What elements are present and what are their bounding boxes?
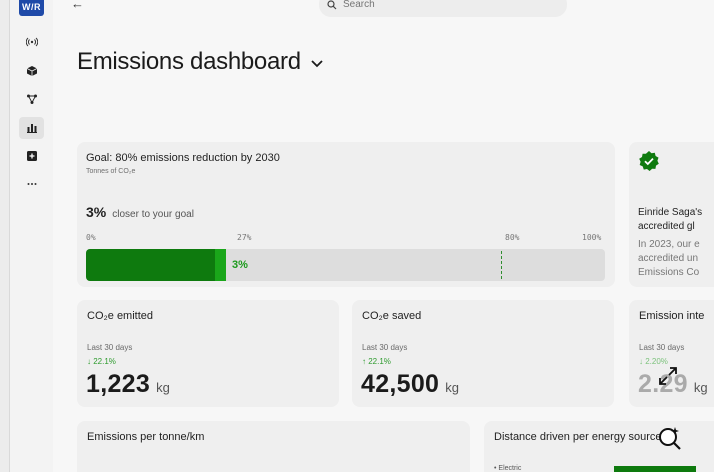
back-button[interactable]: ← [71, 0, 84, 11]
goal-progress-summary: 3% closer to your goal [86, 204, 194, 220]
metric-card-saved[interactable]: CO₂e saved Last 30 days ↑ 22.1% 42,500 k… [352, 300, 614, 407]
goal-subtitle: Tonnes of CO₂e [86, 168, 136, 175]
ai-search-icon[interactable] [656, 424, 684, 452]
metric-unit: kg [693, 380, 708, 395]
electric-bar [614, 466, 696, 472]
legend-electric: • Electric [494, 465, 522, 472]
main-content: ← Emissions dashboard Goal: 80% emission… [53, 0, 714, 472]
sidebar: W/R [10, 0, 53, 472]
metric-unit: kg [445, 380, 459, 395]
tick-27: 27% [237, 233, 252, 242]
goal-target-marker [501, 251, 502, 279]
sidebar-item-network[interactable] [19, 88, 44, 110]
certification-heading-line: accredited gl [638, 221, 695, 232]
goal-progress-value: 3% [86, 204, 107, 220]
tick-80: 80% [505, 233, 520, 242]
certification-body-line: accredited un [638, 253, 699, 264]
tick-100: 100% [582, 233, 602, 242]
verified-badge-icon [639, 151, 659, 171]
metric-title: Emission inte [639, 310, 705, 322]
sidebar-item-add[interactable] [19, 145, 44, 167]
search-bar[interactable] [319, 0, 567, 17]
goal-card: Goal: 80% emissions reduction by 2030 To… [77, 142, 615, 287]
metric-number: 1,223 [86, 370, 151, 398]
expand-icon[interactable] [656, 364, 680, 388]
metric-value: 42,500 kg [361, 370, 459, 399]
chevron-down-icon [311, 60, 323, 68]
certification-body-line: Emissions Co [638, 267, 700, 278]
emissions-per-tonne-card[interactable]: Emissions per tonne/km [77, 421, 470, 472]
certification-heading: Einride Saga's accredited gl [638, 206, 714, 234]
search-input[interactable] [343, 0, 523, 10]
page-title[interactable]: Emissions dashboard [77, 48, 325, 76]
metric-number: 42,500 [361, 370, 440, 398]
metric-period: Last 30 days [87, 343, 133, 352]
certification-heading-line: Einride Saga's [638, 207, 703, 218]
app-logo[interactable]: W/R [19, 0, 44, 16]
page-title-text: Emissions dashboard [77, 48, 301, 75]
metric-change: ↓ 22.1% [87, 357, 116, 366]
network-icon [26, 94, 37, 104]
card-title: Distance driven per energy source [494, 431, 662, 443]
bar-chart-icon [26, 124, 37, 133]
add-box-icon [26, 151, 37, 161]
search-icon [327, 0, 337, 9]
goal-progress-text: closer to your goal [112, 209, 194, 220]
certification-card[interactable]: Einride Saga's accredited gl In 2023, ou… [629, 142, 714, 287]
metric-change: ↑ 22.1% [362, 357, 391, 366]
metric-period: Last 30 days [362, 343, 408, 352]
sidebar-item-telemetry[interactable] [19, 31, 44, 53]
metric-title: CO₂e emitted [87, 310, 154, 322]
sidebar-item-emissions[interactable] [19, 117, 44, 139]
metric-card-intensity[interactable]: Emission inte Last 30 days ↓ 2.20% 2.29 … [629, 300, 714, 407]
package-icon [26, 66, 37, 76]
goal-progress-bar: 3% [86, 249, 605, 281]
more-icon [27, 183, 36, 185]
metric-card-emitted[interactable]: CO₂e emitted Last 30 days ↓ 22.1% 1,223 … [77, 300, 339, 407]
goal-title: Goal: 80% emissions reduction by 2030 [86, 152, 280, 164]
metric-period: Last 30 days [639, 343, 685, 352]
card-title: Emissions per tonne/km [87, 431, 205, 443]
goal-progress-fill [86, 249, 215, 281]
goal-progress-label: 3% [232, 259, 248, 271]
sidebar-item-more[interactable] [19, 173, 44, 195]
metric-title: CO₂e saved [362, 310, 422, 322]
sidebar-item-shipments[interactable] [19, 60, 44, 82]
certification-body: In 2023, our e accredited un Emissions C… [638, 238, 714, 280]
tick-0: 0% [86, 233, 96, 242]
metric-unit: kg [156, 380, 170, 395]
goal-progress-increment [215, 249, 226, 281]
broadcast-icon [25, 37, 38, 47]
certification-body-line: In 2023, our e [638, 239, 700, 250]
metric-value: 1,223 kg [86, 370, 170, 399]
